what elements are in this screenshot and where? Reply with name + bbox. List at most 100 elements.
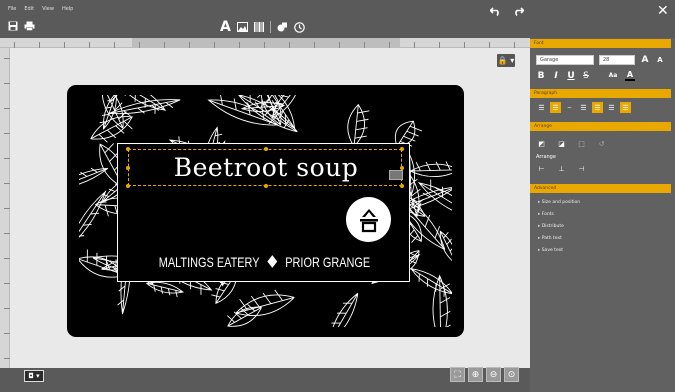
shape-icon[interactable] [277,22,288,32]
menu-file[interactable]: File [8,6,16,12]
grow-font-button[interactable]: A [640,55,650,65]
paragraph-section-header[interactable]: Paragraph [530,89,671,98]
advanced-item[interactable]: Save text [538,248,563,253]
print-icon[interactable] [24,21,35,31]
resize-handle[interactable] [126,184,130,188]
leaf-vein [406,130,419,137]
horizontal-ruler [0,38,530,48]
leaf-shape [409,163,452,178]
leaf-shape [332,292,359,327]
barcode-icon[interactable] [253,22,264,32]
font-section-header[interactable]: Font [530,39,671,48]
valign-top-icon[interactable]: ☰ [592,102,603,113]
crop-icon[interactable]: ⬚ [576,138,587,149]
leaf-vein [357,110,370,114]
save-icon[interactable] [8,21,18,31]
menu-edit[interactable]: Edit [24,6,34,12]
advanced-item[interactable]: Path text [538,236,562,241]
leaf-vein [355,127,368,131]
format-row: B I U S Aa A [536,70,635,81]
leaf-shape [90,116,133,140]
leaf-vein [160,286,163,294]
image-placeholder-icon[interactable] [389,170,403,180]
vertical-ruler [0,48,10,368]
clipart-icon[interactable] [294,21,305,33]
zoom-out-icon[interactable]: ⊖ [486,367,501,382]
valign-middle-icon[interactable]: ☰ [606,102,617,113]
resize-handle[interactable] [126,147,130,151]
image-icon[interactable] [236,22,248,32]
leaf-vein [123,120,133,130]
close-icon[interactable]: ✕ [657,3,669,19]
font-row: Garage 28 A A [536,55,665,65]
redo-icon[interactable] [512,5,525,19]
undo-icon[interactable] [489,5,502,19]
card-title[interactable]: Beetroot soup [129,153,403,182]
leaf-vein [211,294,221,298]
align-objects-center-icon[interactable]: ⊥ [556,163,567,174]
layer-row: ◩ ◪ ⬚ ↺ [536,138,607,149]
text-icon[interactable]: A [220,19,231,35]
leaf-vein [167,288,171,296]
leaf-vein [425,161,431,171]
align-objects-left-icon[interactable]: ⊢ [536,163,547,174]
leaf-vein [118,285,126,292]
history-toolbar [489,5,525,19]
font-family-select[interactable]: Garage [536,55,594,65]
strikethrough-button[interactable]: S [581,71,591,81]
align-center-icon[interactable]: ☰ [550,102,561,113]
menu-view[interactable]: View [42,6,54,12]
font-color-button[interactable]: A [625,70,635,81]
leaf-vein [415,162,421,171]
leaf-vein [107,99,114,102]
zoom-reset-icon[interactable]: ⊙ [504,367,519,382]
bring-forward-icon[interactable]: ◩ [536,138,547,149]
menu-bar: File Edit View Help A [0,0,530,38]
fit-icon[interactable]: ⛶ [450,367,465,382]
arrange-sublabel: Arrange [536,154,556,160]
page-selector-button[interactable]: ◘ ▾ [24,370,44,382]
align-left-icon[interactable]: ☰ [536,102,547,113]
bold-button[interactable]: B [536,71,546,81]
design-canvas[interactable]: 🔒 ▾ Beetroot soup MALTINGS EATERY PRIOR … [10,48,530,368]
resize-handle[interactable] [264,147,268,151]
send-backward-icon[interactable]: ◪ [556,138,567,149]
leaf-vein [356,118,369,122]
resize-handle[interactable] [400,147,404,151]
font-size-select[interactable]: 28 [599,55,635,65]
label-card[interactable]: Beetroot soup MALTINGS EATERY PRIOR GRAN… [67,85,464,337]
valign-bottom-icon[interactable]: ☰ [620,102,631,113]
align-objects-right-icon[interactable]: ⊣ [576,163,587,174]
case-button[interactable]: Aa [606,72,620,79]
arrange-section-header[interactable]: Arrange [530,122,671,131]
advanced-item[interactable]: Size and position [538,200,580,205]
leaf-shape [227,306,262,327]
leaf-vein [90,212,100,215]
leaf-shape [79,190,107,238]
underline-button[interactable]: U [566,71,576,81]
resize-handle[interactable] [126,166,130,170]
menu-help[interactable]: Help [62,6,73,12]
leaf-vein [215,288,225,292]
text-panel[interactable]: Beetroot soup MALTINGS EATERY PRIOR GRAN… [117,143,410,282]
shrink-font-button[interactable]: A [655,56,665,64]
resize-handle[interactable] [400,184,404,188]
resize-handle[interactable] [264,184,268,188]
rotate-icon[interactable]: ↺ [596,138,607,149]
advanced-section-header[interactable]: Advanced [530,184,671,193]
lock-button[interactable]: 🔒 ▾ [497,54,515,67]
footer-line[interactable]: MALTINGS EATERY PRIOR GRANGE [150,254,379,270]
leaf-vein [79,235,85,237]
align-right-icon[interactable]: ⎯ [564,102,575,113]
leaf-vein [102,114,109,116]
justify-icon[interactable]: ☰ [578,102,589,113]
title-selection-box[interactable]: Beetroot soup [126,147,404,188]
zoom-in-icon[interactable]: ⊕ [468,367,483,382]
advanced-item[interactable]: Fonts [538,212,554,217]
restaurant-logo[interactable] [346,197,391,242]
leaf-vein [439,297,451,304]
italic-button[interactable]: I [551,71,561,81]
advanced-item[interactable]: Distribute [538,224,564,229]
leaf-vein [435,161,441,171]
resize-handle[interactable] [400,166,404,170]
